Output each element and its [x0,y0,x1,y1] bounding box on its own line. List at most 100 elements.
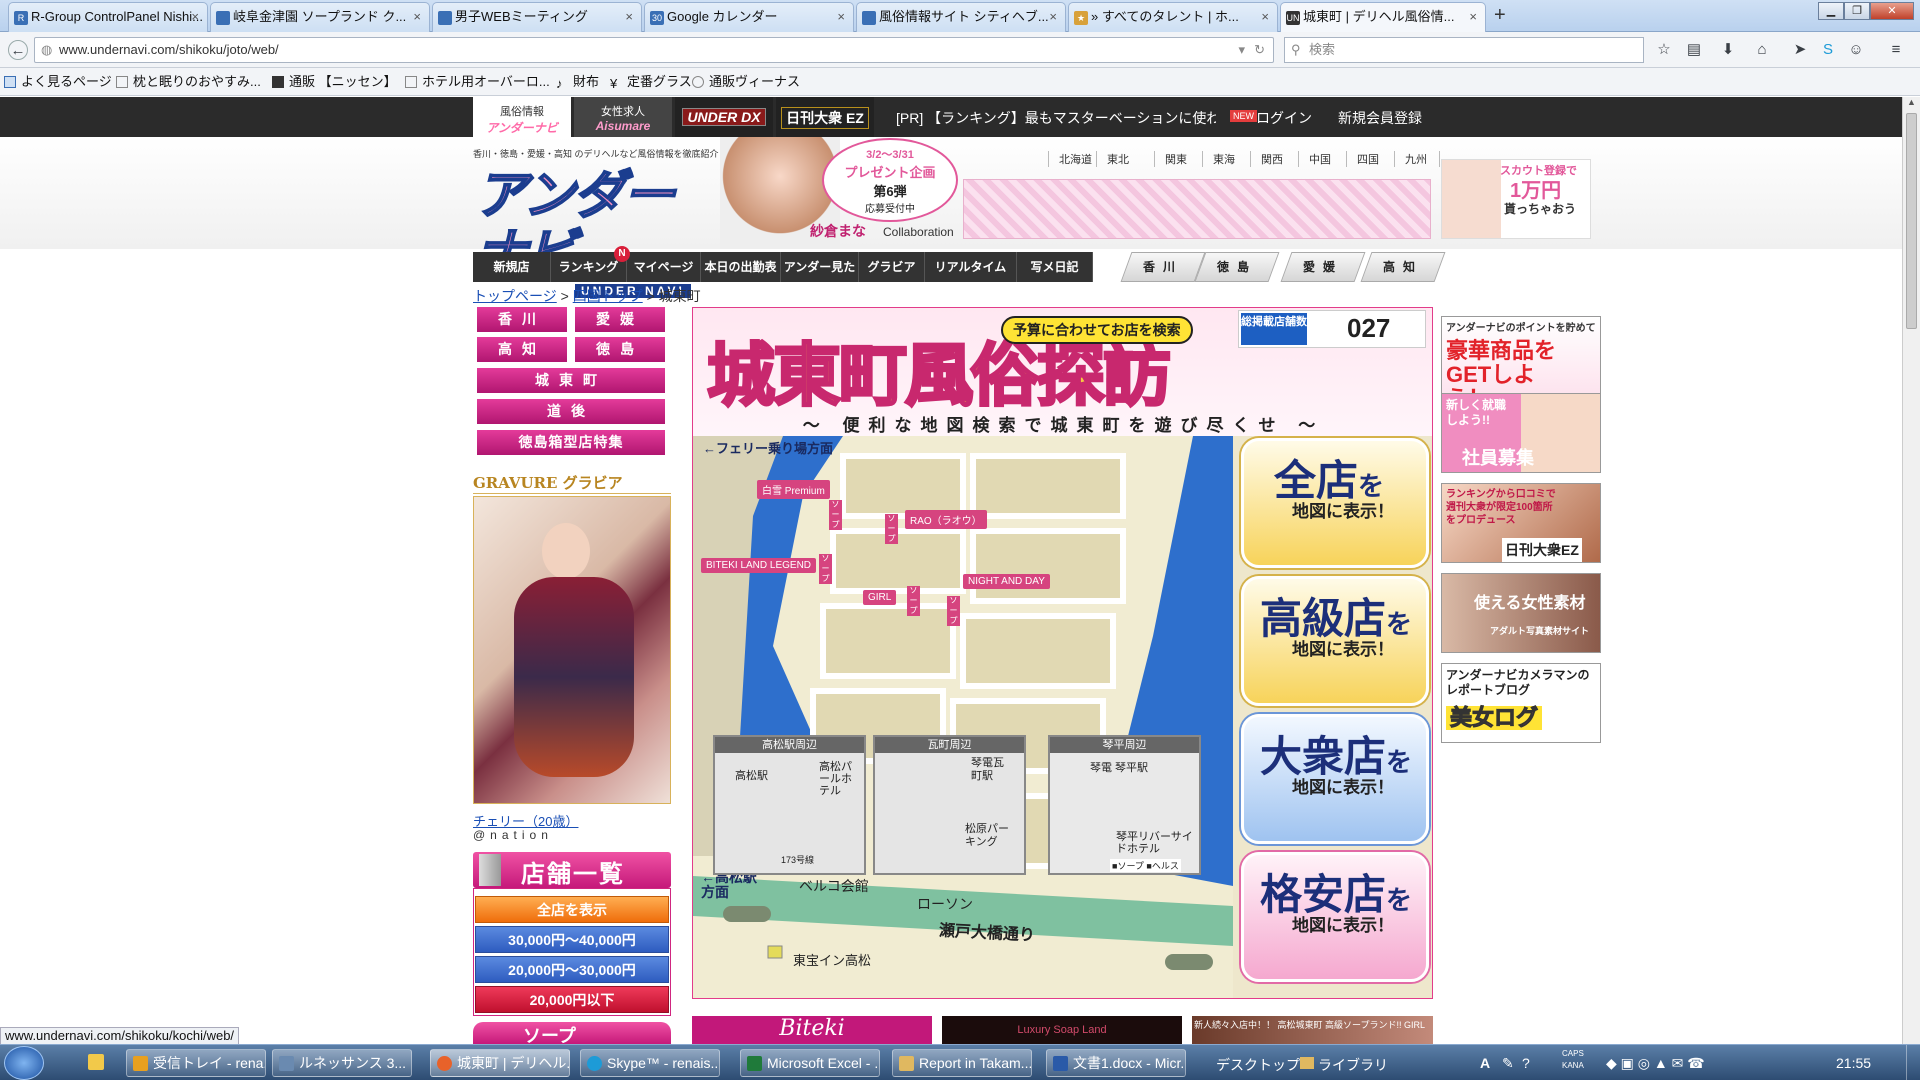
show-all-shops-button[interactable]: 全店を表示 [475,896,669,923]
show-luxury-shops-map-button[interactable]: 高級店を 地図に表示！ [1241,576,1429,706]
login-link[interactable]: ログイン [1256,108,1312,128]
help-icon[interactable]: ? [1522,1055,1530,1071]
clock[interactable]: 21:55 [1836,1055,1871,1071]
show-budget-shops-map-button[interactable]: 格安店を 地図に表示！ [1241,852,1429,982]
taskbar-skype[interactable]: Skype™ - renais... [580,1049,720,1077]
left-nav-joto[interactable]: 城東町 [473,368,665,393]
tab-google-calendar[interactable]: 30 Google カレンダー × [644,2,854,32]
close-tab-icon[interactable]: × [837,3,845,31]
soap-pin[interactable]: ソープ [819,554,832,584]
tab-fuzoku-info[interactable]: 風俗情報 アンダーナビ [473,97,571,137]
show-all-shops-map-button[interactable]: 全店を 地図に表示！ [1241,438,1429,568]
close-tab-icon[interactable]: × [191,3,199,31]
scout-banner[interactable]: スカウト登録で 1万円 貰っちゃおう [1441,159,1591,239]
tab-cityheaven[interactable]: 風俗情報サイト シティヘブ... × [856,2,1066,32]
region-tokai[interactable]: 東海 [1202,151,1248,167]
reading-list-icon[interactable]: ▤ [1684,40,1704,60]
tab-danshi[interactable]: 男子WEBミーティング × [432,2,642,32]
pref-tab-tokushima[interactable]: 徳島 [1194,252,1280,282]
tab-rgroup[interactable]: R R-Group ControlPanel Nishi... × [8,2,208,32]
scroll-thumb[interactable] [1906,113,1917,329]
site-logo[interactable]: アンダーナビ UNDER NAVI [474,166,715,298]
gravure-photo[interactable] [473,496,671,804]
taskbar-excel[interactable]: Microsoft Excel - ... [740,1049,880,1077]
recruit-banner[interactable]: 新しく就職しよう!! 社員募集 [1441,393,1601,473]
maximize-button[interactable]: ❐ [1844,2,1870,20]
new-tab-button[interactable]: + [1494,4,1506,27]
search-input[interactable]: ⚲ 検索 [1284,37,1644,63]
bookmark-frequent[interactable]: よく見るページ [4,74,112,90]
pref-tab-ehime[interactable]: 愛媛 [1280,252,1366,282]
bookmark-makura[interactable]: 枕と眠りのおやすみ... [116,74,261,90]
pref-tab-kochi[interactable]: 高知 [1360,252,1446,282]
shop-shirayuki[interactable]: 白雪 Premium [757,480,830,499]
back-icon[interactable]: ← [8,40,28,60]
close-tab-icon[interactable]: × [625,3,633,31]
left-nav-tokushima[interactable]: 徳島 [571,337,665,362]
page-scrollbar[interactable]: ▲ [1902,97,1920,1044]
photo-blog-banner[interactable]: アンダーナビカメラマンのレポートブログ 美女ログ [1441,663,1601,743]
menu-under-mita[interactable]: アンダー見た [781,252,859,282]
left-nav-kochi[interactable]: 高知 [473,337,567,362]
tray-icons[interactable]: ◆ ▣ ◎ ▲ ✉ ☎ [1606,1055,1705,1072]
send-icon[interactable]: ➤ [1790,40,1810,60]
soap-pin[interactable]: ソープ [947,596,960,626]
soap-pin[interactable]: ソープ [885,514,898,544]
menu-icon[interactable]: ≡ [1886,40,1906,60]
bookmark-wallet[interactable]: ♪ 財布 [556,74,599,91]
nikkan-ez-banner[interactable]: ランキングから口コミで週刊大衆が限定100箇所をプロデュース 日刊大衆EZ [1441,483,1601,563]
price-30000-40000-button[interactable]: 30,000円〜40,000円 [475,926,669,953]
left-nav-dogo[interactable]: 道後 [473,399,665,424]
present-campaign-banner[interactable]: 3/2〜3/31 プレゼント企画 第6弾 応募受付中 紗倉まな Collabor… [720,137,960,249]
taskbar-word[interactable]: 文書1.docx - Micr... [1046,1049,1186,1077]
shop-girl[interactable]: GIRL [863,590,897,605]
menu-realtime[interactable]: リアルタイム [925,252,1017,282]
breadcrumb-shikoku[interactable]: 四国トップ [573,288,643,304]
girl-soap-banner[interactable]: 新人続々入店中！！ 高松城東町 高級ソープランド!! GIRL [1192,1016,1433,1044]
home-icon[interactable]: ⌂ [1752,40,1772,60]
soap-pin[interactable]: ソープ [829,500,842,530]
skype-icon[interactable]: S [1818,40,1838,60]
close-tab-icon[interactable]: × [1049,3,1057,31]
region-kyushu[interactable]: 九州 [1394,151,1440,167]
left-nav-box-special[interactable]: 徳島箱型店特集 [473,430,665,455]
bookmark-venus[interactable]: 通販ヴィーナス [692,74,800,90]
left-nav-kagawa[interactable]: 香川 [473,307,567,332]
show-desktop-button[interactable] [1906,1045,1920,1080]
menu-today-schedule[interactable]: 本日の出勤表 [701,252,781,282]
pref-tab-kagawa[interactable]: 香川 [1120,252,1206,282]
budget-search-badge[interactable]: 予算に合わせてお店を検索 [1001,316,1193,344]
shop-rao[interactable]: RAO（ラオウ） [905,510,987,529]
show-popular-shops-map-button[interactable]: 大衆店を 地図に表示！ [1241,714,1429,844]
taskbar-report[interactable]: Report in Takam... [892,1049,1032,1077]
soap-pin[interactable]: ソープ [907,586,920,616]
register-link[interactable]: 新規会員登録 [1338,108,1422,128]
breadcrumb-top[interactable]: トップページ [473,288,557,304]
download-icon[interactable]: ⬇ [1718,40,1738,60]
menu-gravure[interactable]: グラビア [859,252,925,282]
ime-icon[interactable]: A [1480,1055,1490,1071]
close-window-button[interactable]: ✕ [1870,2,1914,20]
price-20000-30000-button[interactable]: 20,000円〜30,000円 [475,956,669,983]
address-bar[interactable]: ◍ www.undernavi.com/shikoku/joto/web/ ▾ … [34,37,1274,63]
shop-biteki[interactable]: BITEKI LAND LEGEND [701,558,817,573]
bookmark-nissen[interactable]: 通販 【ニッセン】 [272,74,397,90]
explorer-icon[interactable] [88,1054,104,1070]
reload-icon[interactable]: ↻ [1254,38,1265,62]
taskbar-renaissance[interactable]: ルネッサンス 3... [272,1049,412,1077]
taskbar-outlook[interactable]: 受信トレイ - rena... [126,1049,266,1077]
scroll-up-icon[interactable]: ▲ [1905,97,1918,111]
bookmark-hotel[interactable]: ホテル用オーバーロ... [405,74,550,90]
tab-gifu[interactable]: 岐阜金津園 ソープランド ク... × [210,2,430,32]
region-kanto[interactable]: 関東 [1154,151,1200,167]
menu-photo-diary[interactable]: 写メ日記 [1017,252,1093,282]
left-nav-ehime[interactable]: 愛媛 [571,307,665,332]
menu-mypage[interactable]: マイページ [627,252,701,282]
points-banner[interactable]: アンダーナビのポイントを貯めて 豪華商品をGETしよう！ [1441,316,1601,396]
ad-banner-pink[interactable] [963,179,1431,239]
desktop-toolbar[interactable]: デスクトップ [1216,1055,1300,1075]
close-tab-icon[interactable]: × [1261,3,1269,31]
start-button[interactable] [4,1046,44,1080]
bookmark-glass[interactable]: ¥ 定番グラス [610,74,692,91]
tab-joto-active[interactable]: UN 城東町 | デリヘル風俗情... × [1280,2,1486,33]
